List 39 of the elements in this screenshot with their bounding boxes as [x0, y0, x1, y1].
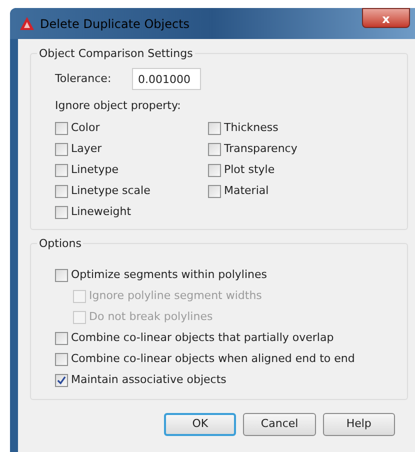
checkbox-label: Combine co-linear objects when aligned end to end: [71, 351, 355, 368]
checkbox[interactable]: [55, 164, 68, 177]
checkbox-label: Linetype: [71, 162, 118, 178]
checkbox-label: Do not break polylines: [89, 309, 213, 326]
checkbox-label: Color: [71, 120, 100, 136]
checkbox-label: Material: [224, 183, 269, 200]
checkbox[interactable]: [208, 164, 221, 177]
checkbox[interactable]: [55, 269, 68, 282]
checkbox-label: Plot style: [224, 162, 275, 178]
checkbox[interactable]: [55, 143, 68, 156]
close-button[interactable]: x: [362, 8, 410, 28]
checkbox-label: Optimize segments within polylines: [71, 267, 268, 284]
checkbox[interactable]: [208, 143, 221, 156]
checkbox-label: Linetype scale: [71, 183, 150, 200]
group-legend: Object Comparison Settings: [37, 46, 195, 62]
tolerance-field[interactable]: 0.001000: [132, 68, 201, 90]
checkbox-label: Layer: [71, 141, 102, 158]
group-legend: Options: [37, 236, 84, 252]
checkbox[interactable]: [208, 185, 221, 198]
checkbox-label: Transparency: [224, 141, 298, 158]
window-title: Delete Duplicate Objects: [40, 16, 190, 32]
checkbox[interactable]: [55, 374, 68, 387]
checkbox[interactable]: [55, 206, 68, 219]
checkbox[interactable]: [55, 122, 68, 135]
checkbox[interactable]: [208, 122, 221, 135]
app-logo-icon: [20, 17, 34, 30]
field-label: Tolerance:: [55, 70, 112, 87]
dialog-button[interactable]: OK: [164, 412, 236, 436]
checkbox-label: Combine co-linear objects that partially overlap: [71, 330, 334, 346]
section-label: Ignore object property:: [55, 98, 182, 114]
checkbox-label: Lineweight: [71, 204, 132, 220]
checkbox[interactable]: [55, 353, 68, 366]
checkbox-label: Thickness: [224, 120, 278, 136]
checkbox-label: Ignore polyline segment widths: [89, 288, 262, 304]
checkbox[interactable]: [55, 332, 68, 345]
checkbox[interactable]: [55, 185, 68, 198]
dialog-button[interactable]: Cancel: [243, 412, 316, 436]
dialog-button[interactable]: Help: [322, 412, 395, 436]
checkbox-label: Maintain associative objects: [71, 372, 226, 388]
